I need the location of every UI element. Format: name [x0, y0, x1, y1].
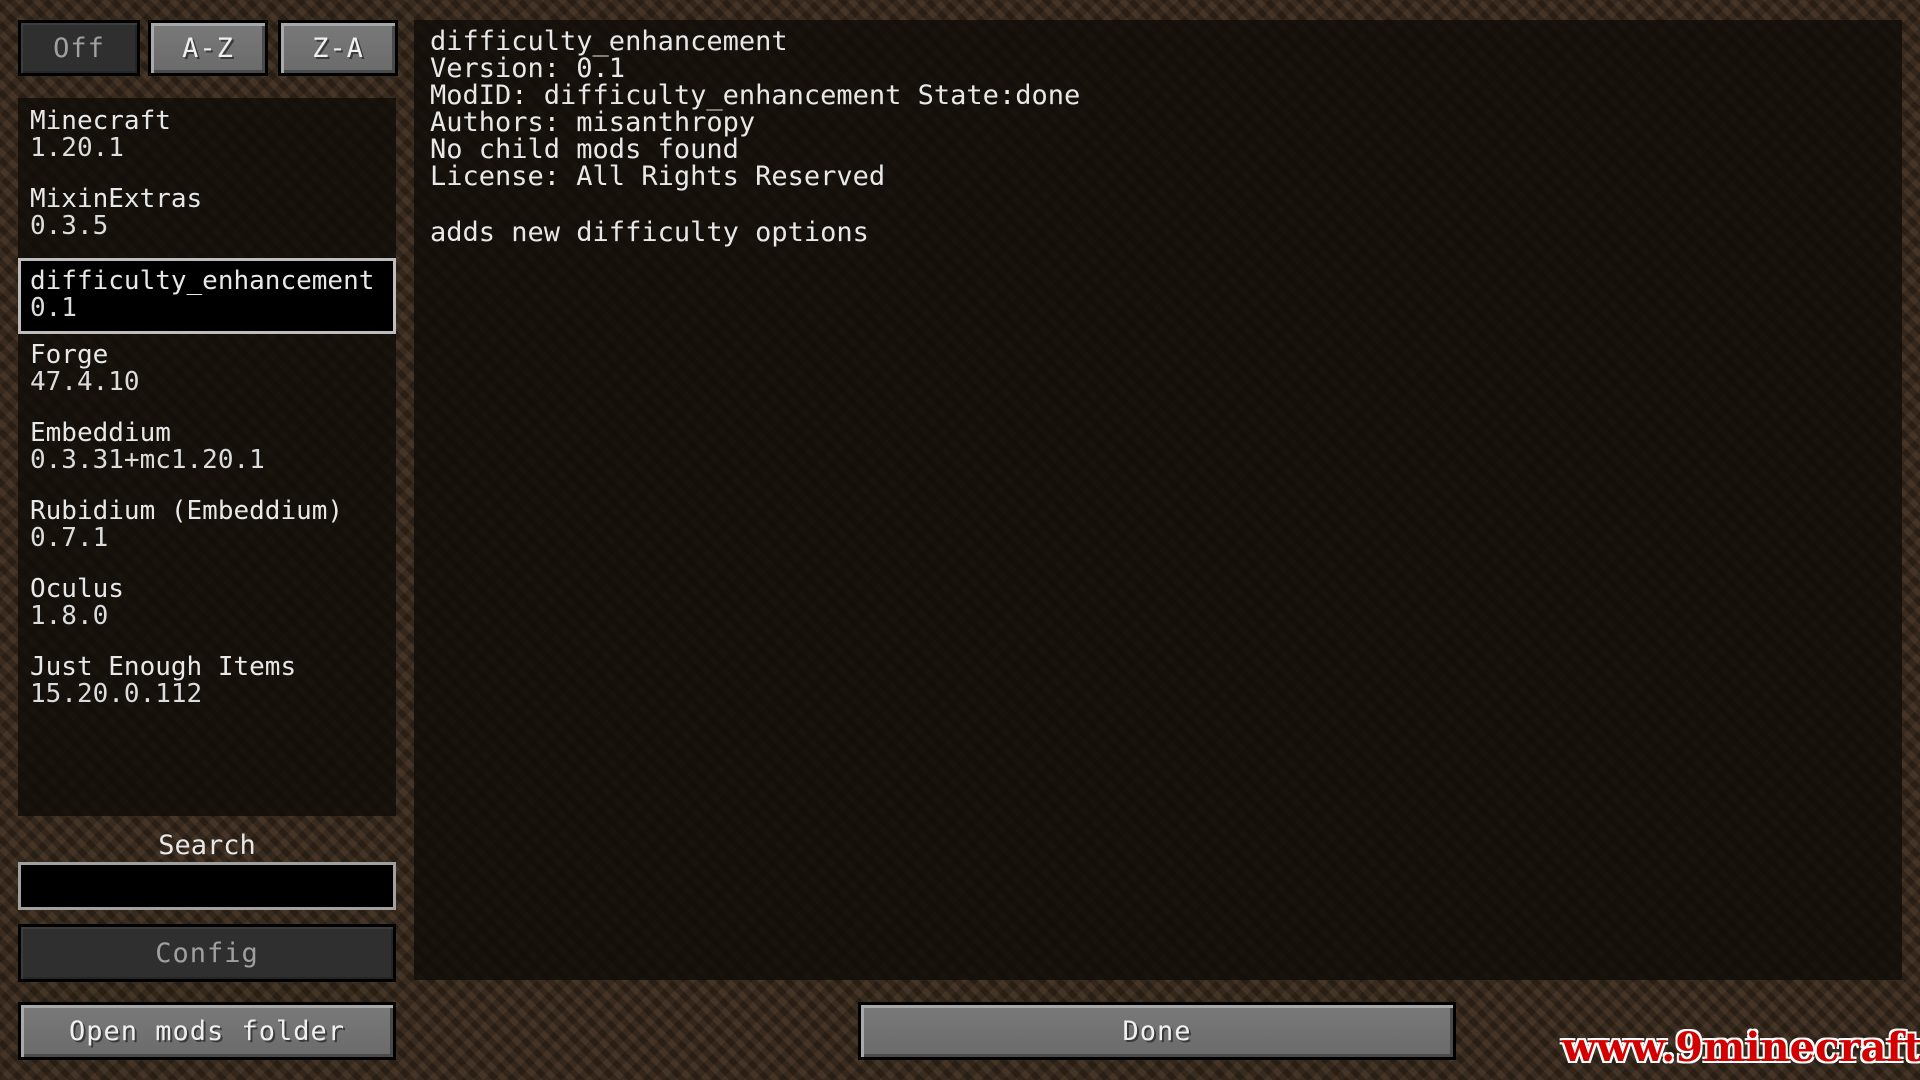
mod-info-panel: difficulty_enhancement Version: 0.1 ModI…	[414, 20, 1902, 980]
search-input[interactable]	[18, 862, 396, 910]
mod-list-item-rubidium[interactable]: Rubidium (Embeddium) 0.7.1	[18, 488, 396, 564]
mod-name: Oculus	[30, 574, 124, 604]
mod-name: Just Enough Items	[30, 652, 297, 682]
mod-list-item-embeddium[interactable]: Embeddium 0.3.31+mc1.20.1	[18, 410, 396, 486]
mod-list[interactable]: Minecraft 1.20.1 MixinExtras 0.3.5 diffi…	[18, 98, 396, 816]
mod-name: Embeddium	[30, 418, 171, 448]
sort-az-button[interactable]: A-Z	[148, 20, 268, 76]
mod-version: 1.20.1	[30, 133, 124, 163]
mod-info-version: Version: 0.1	[430, 53, 626, 84]
search-label: Search	[158, 830, 256, 861]
mod-version: 0.3.5	[30, 211, 109, 241]
mod-info-description: adds new difficulty options	[430, 217, 869, 248]
config-button[interactable]: Config	[18, 924, 396, 982]
sort-za-button[interactable]: Z-A	[278, 20, 398, 76]
mod-name: difficulty_enhancement	[30, 266, 375, 296]
mod-name: MixinExtras	[30, 184, 203, 214]
watermark-logo: www.9minecraft.net	[1562, 1024, 1920, 1071]
mod-info-title: difficulty_enhancement	[430, 26, 788, 57]
mod-name: Rubidium (Embeddium)	[30, 496, 344, 526]
mod-list-item-difficulty-enhancement[interactable]: difficulty_enhancement 0.1	[18, 258, 396, 334]
mod-info-authors: Authors: misanthropy	[430, 107, 756, 138]
mod-version: 0.7.1	[30, 523, 109, 553]
mod-info-license: License: All Rights Reserved	[430, 161, 886, 192]
mod-version: 0.3.31+mc1.20.1	[30, 445, 265, 475]
mod-list-item-just-enough-items[interactable]: Just Enough Items 15.20.0.112	[18, 644, 396, 720]
mod-version: 47.4.10	[30, 367, 140, 397]
mod-list-item-mixinextras[interactable]: MixinExtras 0.3.5	[18, 176, 396, 252]
mod-version: 1.8.0	[30, 601, 109, 631]
mod-list-item-forge[interactable]: Forge 47.4.10	[18, 332, 396, 408]
mod-info-modid: ModID: difficulty_enhancement State:done	[430, 80, 1081, 111]
mod-name: Minecraft	[30, 106, 171, 136]
mod-info-children: No child mods found	[430, 134, 739, 165]
mod-version: 15.20.0.112	[30, 679, 203, 709]
mod-name: Forge	[30, 340, 109, 370]
mod-version: 0.1	[30, 293, 77, 323]
sort-off-button[interactable]: Off	[18, 20, 140, 76]
mod-list-item-oculus[interactable]: Oculus 1.8.0	[18, 566, 396, 642]
mod-list-item-minecraft[interactable]: Minecraft 1.20.1	[18, 98, 396, 174]
open-mods-folder-button[interactable]: Open mods folder	[18, 1002, 396, 1060]
done-button[interactable]: Done	[858, 1002, 1456, 1060]
